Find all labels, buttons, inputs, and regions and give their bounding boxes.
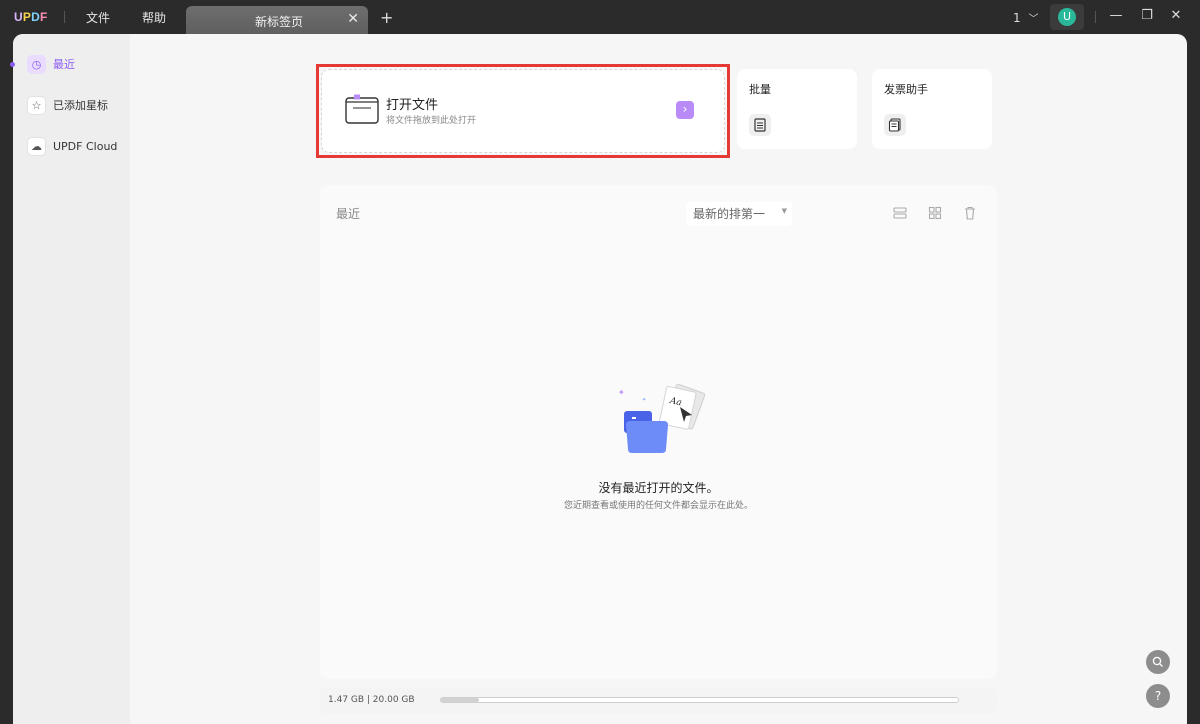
empty-folder-illustration: ✦ ✦ Aa [618,383,706,453]
close-icon[interactable]: ✕ [347,11,359,27]
avatar: U [1058,8,1076,26]
list-view-icon[interactable] [893,206,907,220]
restore-icon[interactable]: ❐ [1139,8,1155,24]
title-bar: UPDF 文件 帮助 新标签页 ✕ + 1 ﹀ U — ❐ ✕ [0,0,1200,34]
active-indicator-dot [10,62,15,67]
caret-down-icon: ▼ [781,207,787,215]
chevron-down-icon: ﹀ [1028,14,1039,25]
empty-state-subtitle: 您近期查看或使用的任何文件都会显示在此处。 [563,501,753,511]
trash-icon[interactable] [963,206,977,220]
updf-logo[interactable]: UPDF [14,10,48,24]
invoice-card-title: 发票助手 [884,83,928,96]
storage-bar: 1.47 GB | 20.00 GB [320,688,997,714]
title-separator-right [1095,11,1096,23]
svg-text:✦: ✦ [618,388,625,397]
open-file-title: 打开文件 [386,98,439,113]
tab-new-tab[interactable]: 新标签页 ✕ [186,6,368,34]
sidebar-item-label: 最近 [53,58,75,71]
sidebar-item-label: UPDF Cloud [53,139,118,153]
storage-fill [441,698,479,702]
clock-icon: ◷ [27,54,46,74]
search-icon[interactable] [1146,650,1170,674]
menu-file[interactable]: 文件 [86,9,110,26]
recent-title: 最近 [336,207,361,221]
invoice-icon [884,114,906,136]
batch-card-title: 批量 [749,83,771,96]
invoice-card[interactable]: 发票助手 [872,69,992,149]
plus-icon[interactable]: + [380,8,393,27]
tab-label: 新标签页 [255,15,304,29]
sidebar-item-starred[interactable]: ☆ 已添加星标 [27,95,108,115]
storage-track [440,697,959,703]
sidebar-item-label: 已添加星标 [53,99,108,112]
batch-card[interactable]: 批量 [737,69,857,149]
grid-view-icon[interactable] [928,206,942,220]
empty-state-title: 没有最近打开的文件。 [598,481,719,495]
window-close-icon[interactable]: ✕ [1168,8,1184,24]
page-indicator-value: 1 [1013,11,1021,25]
sidebar: ◷ 最近 ☆ 已添加星标 ☁ UPDF Cloud [13,34,130,724]
sidebar-item-cloud[interactable]: ☁ UPDF Cloud [27,136,117,156]
sort-dropdown[interactable]: 最新的排第一 ▼ [686,202,792,226]
batch-icon [749,114,771,136]
sort-label: 最新的排第一 [693,207,766,221]
open-file-card[interactable]: 打开文件 将文件拖放到此处打开 › [321,69,725,153]
svg-text:✦: ✦ [642,397,646,403]
sidebar-item-recent[interactable]: ◷ 最近 [27,54,75,74]
title-separator [64,11,65,23]
account-button[interactable]: U [1050,4,1084,30]
open-file-subtitle: 将文件拖放到此处打开 [386,116,477,126]
star-icon: ☆ [27,95,46,115]
menu-help[interactable]: 帮助 [142,9,166,26]
recent-panel: 最近 最新的排第一 ▼ ✦ ✦ Aa 没有最近打开的文件。 您近期查看或使用的任… [320,185,997,679]
minimize-icon[interactable]: — [1108,8,1124,24]
storage-text: 1.47 GB | 20.00 GB [328,695,415,705]
help-icon[interactable]: ? [1146,684,1170,708]
cloud-icon: ☁ [27,136,46,156]
chevron-right-icon[interactable]: › [676,101,694,119]
folder-icon [345,94,379,124]
